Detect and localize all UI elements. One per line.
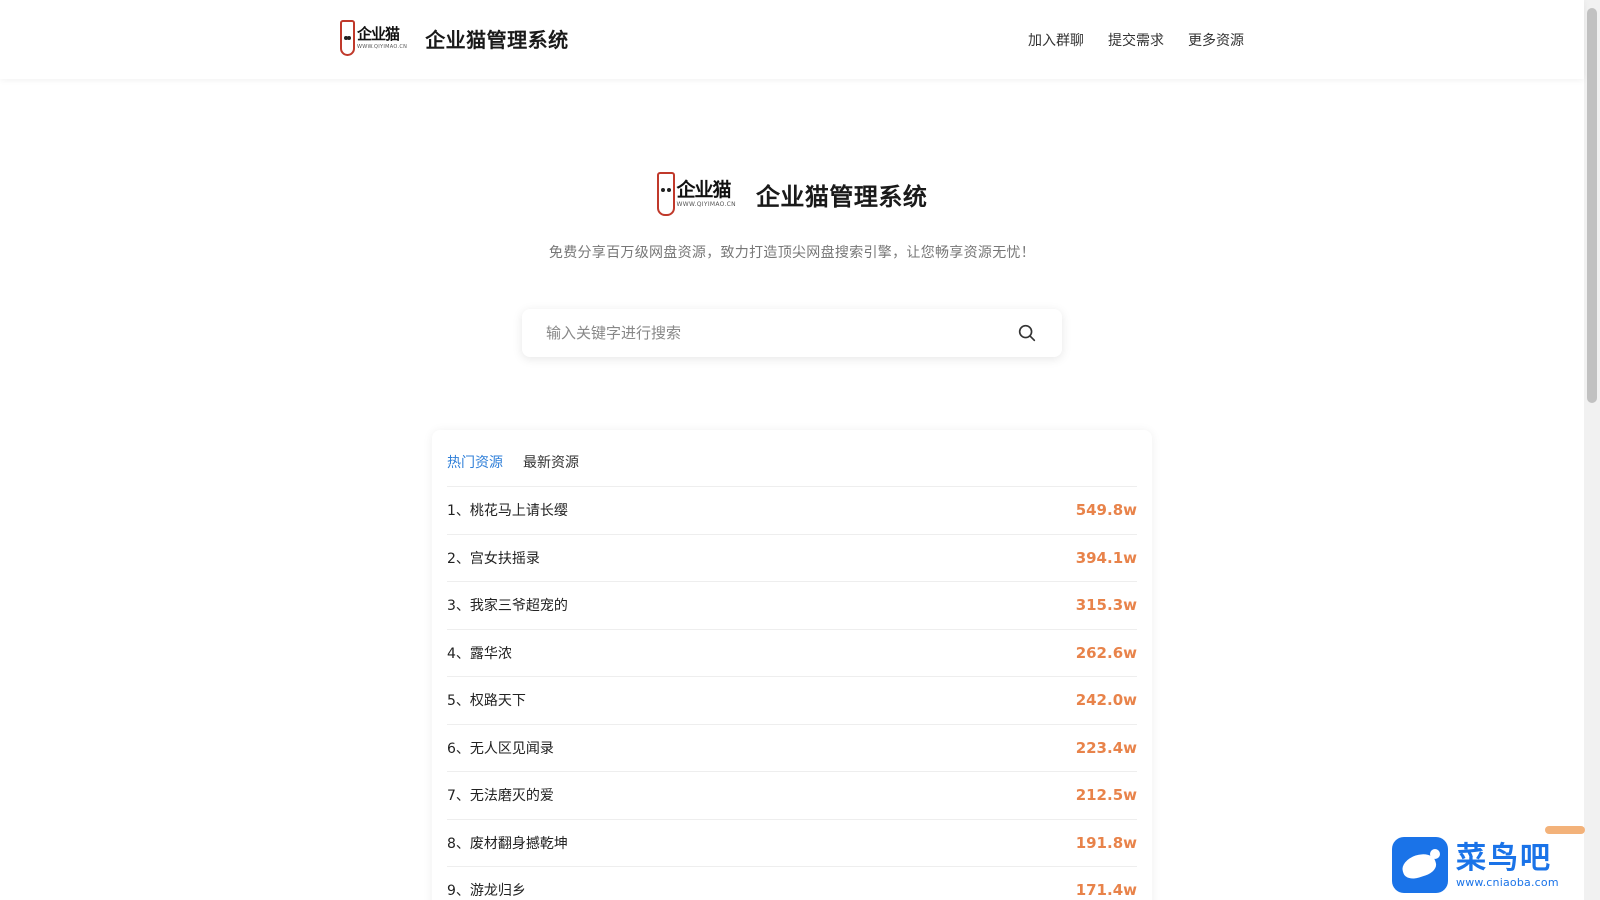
resource-name[interactable]: 9、游龙归乡 [447,880,526,900]
resource-name[interactable]: 1、桃花马上请长缨 [447,500,568,520]
resource-name[interactable]: 2、宫女扶摇录 [447,548,540,568]
tab-hot-resources[interactable]: 热门资源 [447,452,503,472]
hero-brand: 企业猫 WWW.QIYIMAO.CN 企业猫管理系统 [0,172,1584,216]
search-icon[interactable] [1016,322,1038,344]
header-brand[interactable]: 企业猫 WWW.QIYIMAO.CN 企业猫管理系统 [340,20,569,56]
list-item[interactable]: 2、宫女扶摇录 394.1w [447,533,1137,582]
watermark-url: www.cniaoba.com [1456,875,1559,889]
list-item[interactable]: 7、无法磨灭的爱 212.5w [447,771,1137,819]
resource-name[interactable]: 8、废材翻身撼乾坤 [447,833,568,853]
list-item[interactable]: 6、无人区见闻录 223.4w [447,723,1137,772]
hero-title: 企业猫管理系统 [755,182,928,211]
logo-wordmark: 企业猫 WWW.QIYIMAO.CN [357,25,407,51]
resource-count: 262.6w [1075,643,1137,662]
hero-logo-cat-icon [656,172,675,216]
nav-more-resources[interactable]: 更多资源 [1188,30,1244,50]
hero-logo: 企业猫 WWW.QIYIMAO.CN [656,172,736,216]
hero-logo-text: 企业猫 [676,179,732,201]
resource-count: 171.4w [1075,881,1137,900]
resource-list: 1、桃花马上请长缨 549.8w 2、宫女扶摇录 394.1w 3、我家三爷超宠… [447,486,1137,900]
resource-count: 191.8w [1075,833,1137,852]
hero-tagline: 免费分享百万级网盘资源，致力打造顶尖网盘搜索引擎，让您畅享资源无忧！ [548,245,1036,261]
watermark: 菜鸟吧 www.cniaoba.com [1392,832,1600,898]
resource-name[interactable]: 7、无法磨灭的爱 [447,785,554,805]
logo-text: 企业猫 [357,25,400,43]
bird-logo-icon [1392,837,1448,893]
nav-join-group[interactable]: 加入群聊 [1028,30,1084,50]
hero-logo-wordmark: 企业猫 WWW.QIYIMAO.CN [677,179,736,209]
watermark-title: 菜鸟吧 [1456,840,1552,876]
list-item[interactable]: 1、桃花马上请长缨 549.8w [447,486,1137,534]
list-item[interactable]: 4、露华浓 262.6w [447,628,1137,677]
resource-count: 315.3w [1075,596,1137,615]
resource-name[interactable]: 3、我家三爷超宠的 [447,595,568,615]
resource-count: 549.8w [1075,501,1137,520]
top-navbar: 企业猫 WWW.QIYIMAO.CN 企业猫管理系统 加入群聊 提交需求 更多资… [0,0,1584,79]
nav-submit-request[interactable]: 提交需求 [1108,30,1164,50]
list-item[interactable]: 8、废材翻身撼乾坤 191.8w [447,818,1137,867]
resource-name[interactable]: 6、无人区见闻录 [447,738,554,758]
watermark-text: 菜鸟吧 www.cniaoba.com [1456,840,1559,889]
list-item[interactable]: 9、游龙归乡 171.4w [447,866,1137,900]
list-item[interactable]: 3、我家三爷超宠的 315.3w [447,581,1137,629]
hero-logo-subtext: WWW.QIYIMAO.CN [676,201,736,208]
resource-name[interactable]: 5、权路天下 [447,690,526,710]
search-box [522,309,1062,357]
search-input[interactable] [522,309,992,357]
resource-card: 热门资源 最新资源 1、桃花马上请长缨 549.8w 2、宫女扶摇录 394.1… [432,430,1152,900]
tab-latest-resources[interactable]: 最新资源 [523,452,579,472]
resource-count: 223.4w [1075,738,1137,757]
site-title[interactable]: 企业猫管理系统 [425,24,569,53]
resource-name[interactable]: 4、露华浓 [447,643,512,663]
resource-tabs: 热门资源 最新资源 [447,452,579,472]
resource-count: 394.1w [1075,548,1137,567]
header-nav: 加入群聊 提交需求 更多资源 [1028,30,1244,50]
header-logo[interactable]: 企业猫 WWW.QIYIMAO.CN [340,20,407,56]
resource-count: 212.5w [1075,786,1137,805]
page-scrollbar[interactable] [1584,0,1600,900]
logo-subtext: WWW.QIYIMAO.CN [357,44,408,50]
list-item[interactable]: 5、权路天下 242.0w [447,676,1137,724]
logo-cat-icon [340,20,355,56]
resource-count: 242.0w [1075,691,1137,710]
scrollbar-thumb[interactable] [1587,8,1597,403]
